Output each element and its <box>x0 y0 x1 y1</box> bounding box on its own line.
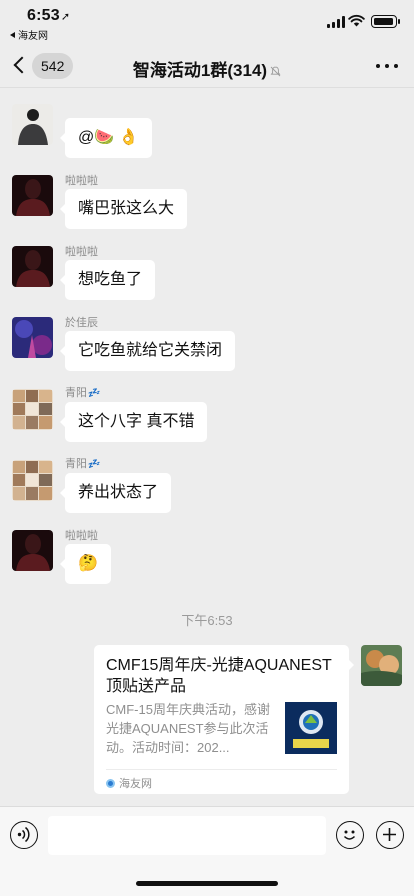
sender-name: 啦啦啦 <box>65 246 98 258</box>
link-card-thumbnail <box>285 702 337 754</box>
plus-icon <box>383 828 396 841</box>
message-timestamp: 下午6:53 <box>181 613 233 628</box>
smiley-icon <box>343 830 356 840</box>
message-bubble[interactable]: 养出状态了 <box>59 473 172 513</box>
message-bubble[interactable]: @🍉 👌 <box>60 118 152 158</box>
my-avatar[interactable] <box>361 645 402 686</box>
back-app-label: 海友网 <box>18 31 48 42</box>
message-bubble[interactable]: 🤔 <box>60 544 111 584</box>
sleep-emoji-icon: 💤 <box>87 459 100 470</box>
link-card-source-label: 海友网 <box>119 778 152 790</box>
message-bubble[interactable]: 这个八字 真不错 <box>59 402 208 442</box>
location-arrow-icon: ➚ <box>60 11 71 23</box>
chat-title: 智海活动1群(314) <box>0 56 414 81</box>
sender-name: 於佳辰 <box>65 317 98 329</box>
message-input[interactable] <box>48 816 326 855</box>
sender-name: 青阳💤 <box>65 458 100 470</box>
link-card-description: CMF-15周年庆典活动，感谢光捷AQUANEST参与此次活动。活动时间：202… <box>106 702 270 755</box>
message-bubble[interactable]: 它吃鱼就给它关禁闭 <box>59 331 236 371</box>
battery-icon <box>371 15 400 28</box>
more-functions-button[interactable] <box>376 821 404 849</box>
sender-name: 啦啦啦 <box>65 530 98 542</box>
message-bubble[interactable]: 想吃鱼了 <box>59 260 156 300</box>
muted-bell-icon <box>270 66 281 77</box>
avatar[interactable] <box>12 530 53 571</box>
avatar[interactable] <box>12 246 53 287</box>
link-card-title: CMF15周年庆-光捷AQUANEST顶贴送产品 <box>106 657 332 695</box>
sender-name: 啦啦啦 <box>65 175 98 187</box>
emoji-button[interactable] <box>336 821 364 849</box>
sender-name: 青阳💤 <box>65 387 100 399</box>
message-bubble[interactable]: 嘴巴张这么大 <box>59 189 188 229</box>
avatar[interactable] <box>12 389 53 430</box>
link-card-message[interactable]: CMF15周年庆-光捷AQUANEST顶贴送产品 CMF-15周年庆典活动，感谢… <box>94 645 354 794</box>
back-to-app-link[interactable]: 海友网 <box>10 27 48 42</box>
source-logo-icon <box>106 779 115 788</box>
avatar[interactable] <box>12 460 53 501</box>
wifi-icon <box>348 14 365 27</box>
link-card-divider <box>106 769 337 770</box>
more-options-button[interactable] <box>376 64 398 70</box>
cellular-signal-icon <box>327 16 345 28</box>
sleep-emoji-icon: 💤 <box>87 388 100 399</box>
status-bar: 6:53➚ 海友网 <box>0 0 414 44</box>
home-indicator <box>136 881 278 886</box>
chat-title-text: 智海活动1群(314) <box>132 61 268 80</box>
voice-wave-icon <box>17 826 30 843</box>
status-time: 6:53➚ <box>27 7 71 24</box>
link-card-source: 海友网 <box>106 775 152 791</box>
chat-header: 542 智海活动1群(314) <box>0 44 414 88</box>
voice-input-button[interactable] <box>10 821 38 849</box>
avatar[interactable] <box>12 175 53 216</box>
avatar[interactable] <box>12 104 53 145</box>
avatar[interactable] <box>12 317 53 358</box>
back-triangle-icon <box>10 32 15 38</box>
